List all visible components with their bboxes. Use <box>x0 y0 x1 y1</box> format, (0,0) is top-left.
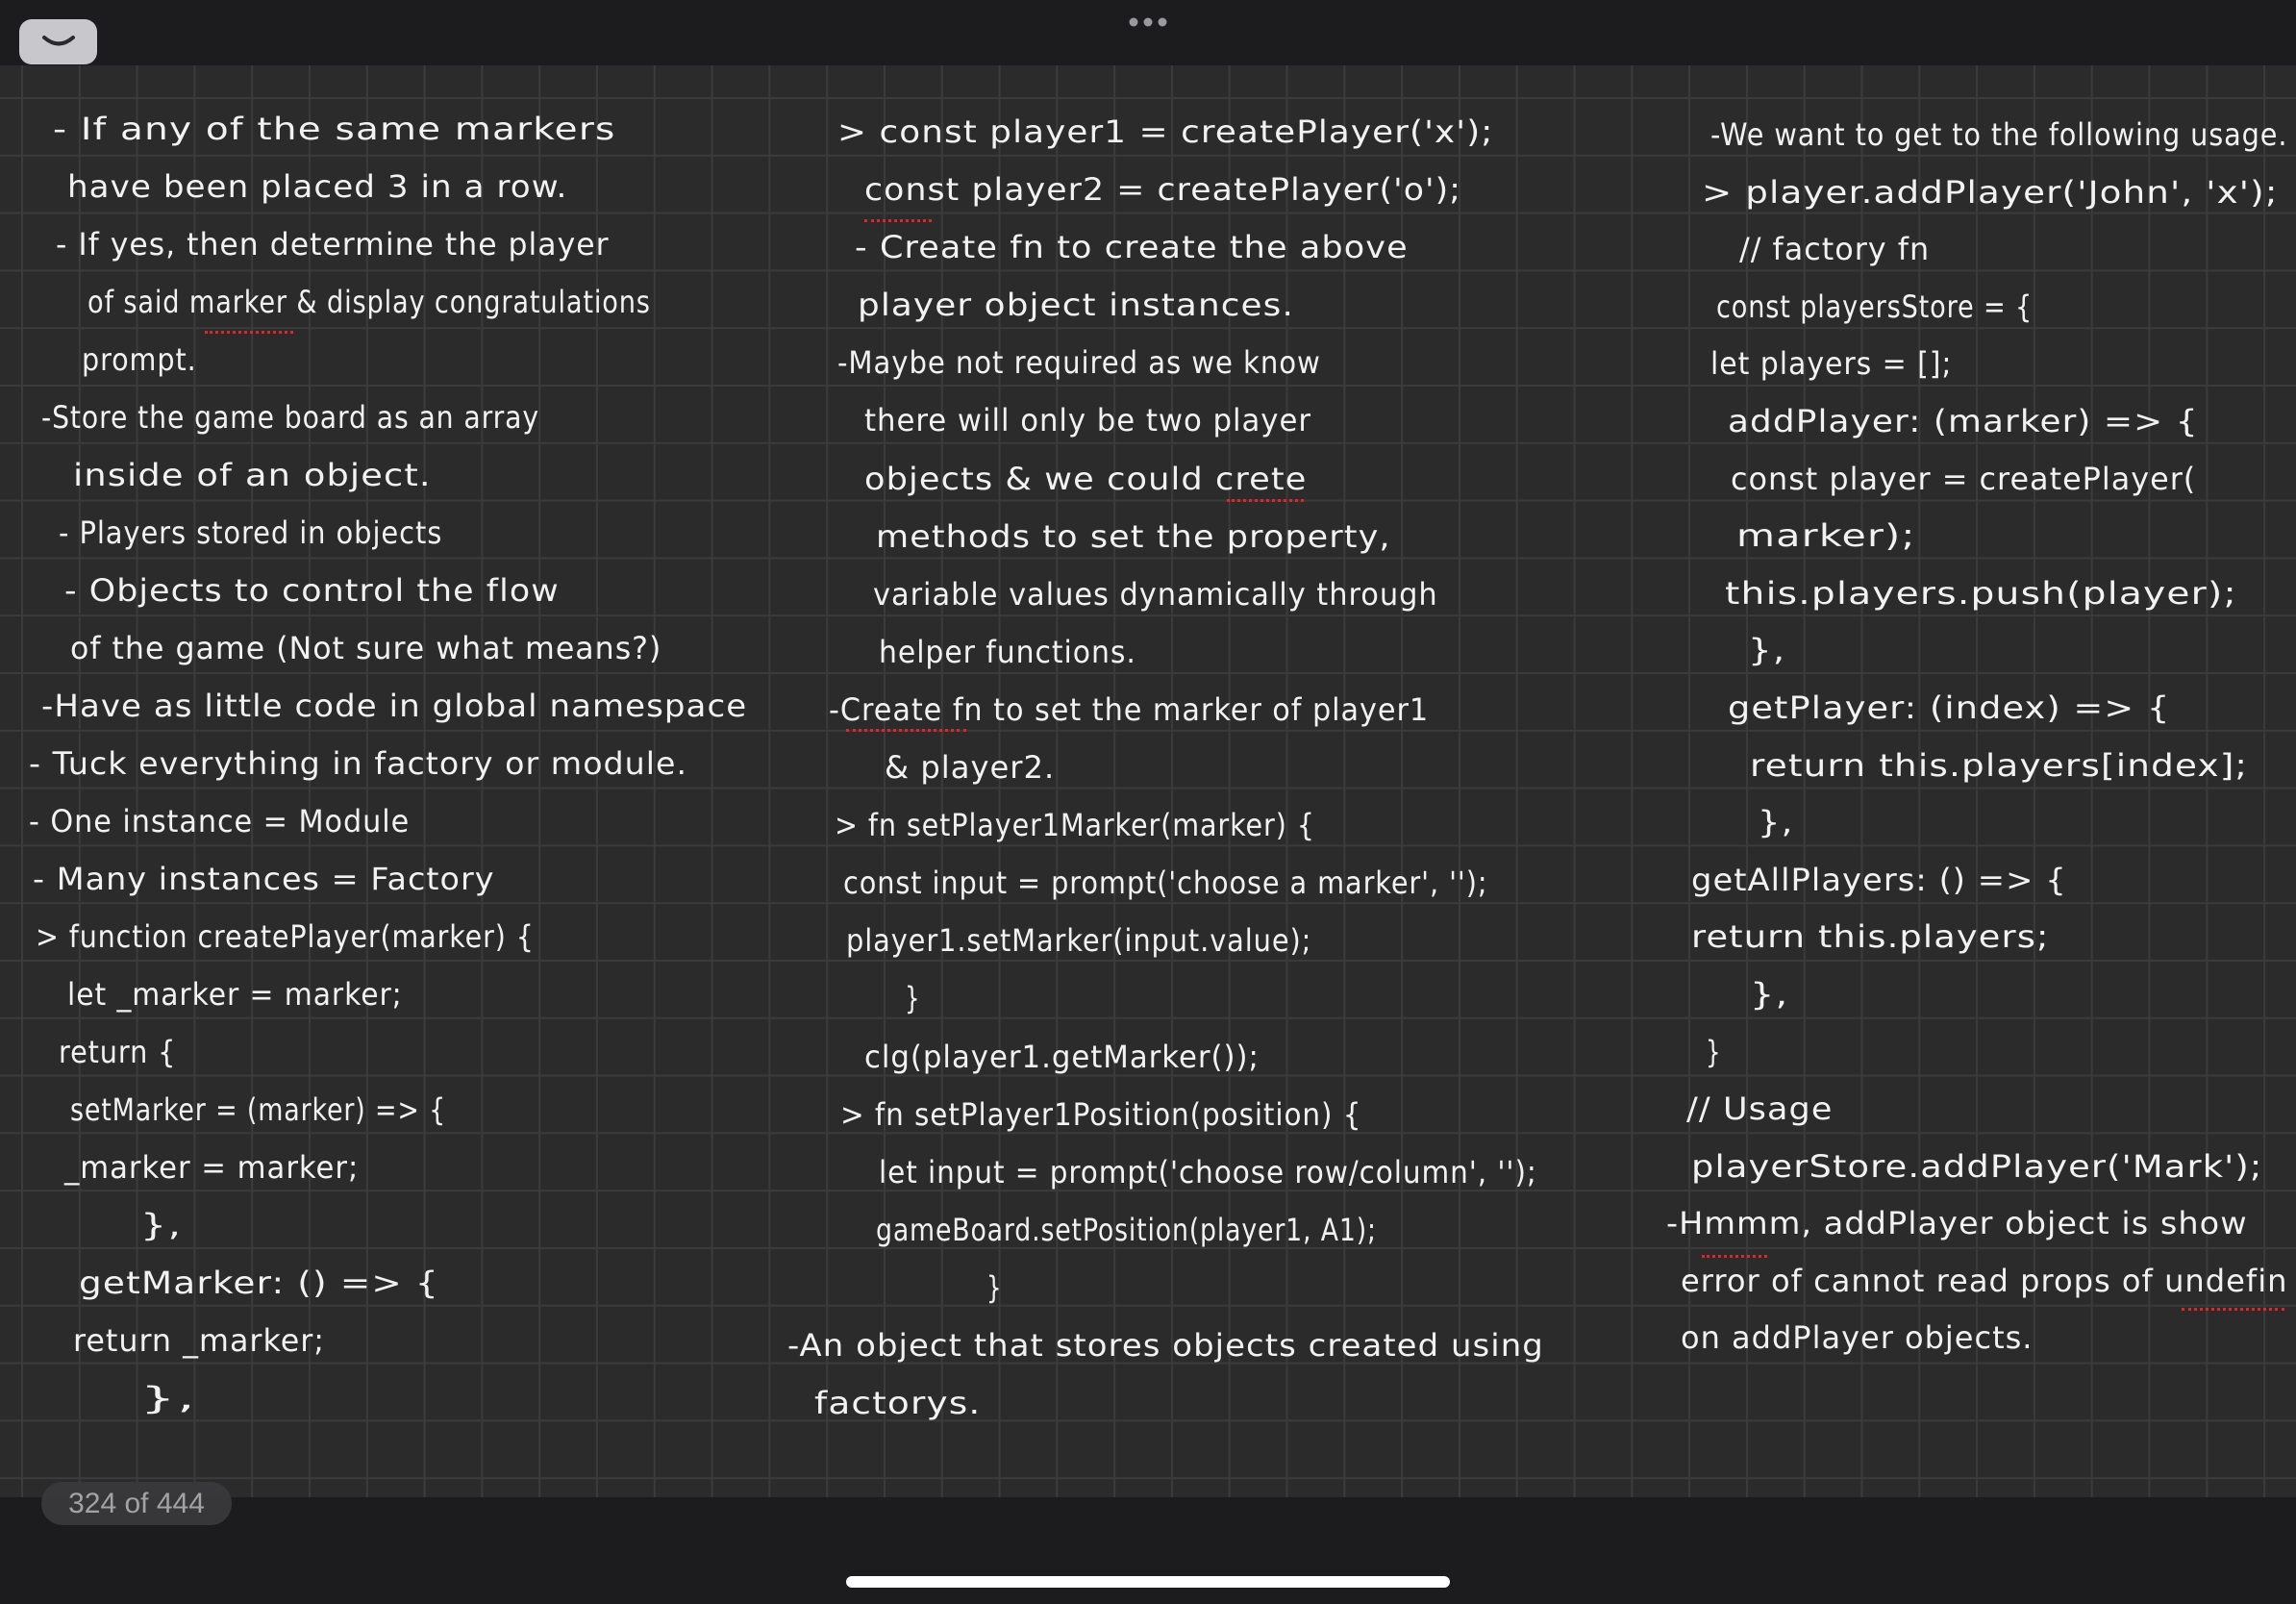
handwritten-line: -Hmmm, addPlayer object is show <box>1666 1194 2248 1252</box>
spellcheck-underline <box>205 331 293 334</box>
spellcheck-underline <box>2182 1308 2284 1311</box>
notes-app: - If any of the same markers have been p… <box>0 0 2296 1604</box>
handwritten-line: -We want to get to the following usage. <box>1710 106 2287 163</box>
chevron-down-icon <box>41 35 75 45</box>
handwritten-text: playerStore.addPlayer('Mark'); <box>1691 1147 2263 1185</box>
handwritten-text: }, <box>1748 632 1786 669</box>
handwritten-line: getPlayer: (index) => { <box>1728 679 2170 737</box>
notes-column-right: -We want to get to the following usage. … <box>0 106 2296 1366</box>
handwritten-text: } <box>1706 1033 1722 1070</box>
handwritten-text: this.players.push(player); <box>1725 574 2237 612</box>
handwritten-line: > player.addPlayer('John', 'x'); <box>1702 163 2278 221</box>
handwritten-text: getPlayer: (index) => { <box>1728 689 2171 726</box>
handwritten-text: return this.players[index]; <box>1750 746 2249 784</box>
handwritten-line: return this.players[index]; <box>1750 737 2248 794</box>
handwritten-text: }, <box>1750 975 1789 1013</box>
handwritten-text: }, <box>1758 804 1794 841</box>
handwritten-line: // factory fn <box>1739 220 1930 278</box>
handwritten-line: error of cannot read props of undefin <box>1681 1252 2287 1310</box>
handwritten-text: on addPlayer objects. <box>1681 1319 2034 1357</box>
handwritten-text: factorys. <box>814 1385 982 1422</box>
handwritten-line: const playersStore = { <box>1716 278 2033 336</box>
spellcheck-underline <box>1702 1255 1767 1258</box>
handwritten-text: error of cannot read props of undefin <box>1681 1262 2288 1299</box>
handwritten-text: const playersStore = { <box>1716 288 2034 325</box>
collapse-toolbar-button[interactable] <box>19 19 97 64</box>
handwritten-text: getAllPlayers: () => { <box>1691 861 2067 898</box>
handwritten-text: return this.players; <box>1691 918 2050 956</box>
handwritten-line: playerStore.addPlayer('Mark'); <box>1691 1138 2262 1195</box>
handwritten-line: } <box>1706 1023 1721 1081</box>
handwritten-text: let players = []; <box>1710 345 1953 383</box>
handwritten-line: addPlayer: (marker) => { <box>1728 392 2199 450</box>
handwritten-line: // Usage <box>1686 1080 1833 1138</box>
top-toolbar <box>0 0 2296 65</box>
handwritten-text: -Hmmm, addPlayer object is show <box>1666 1205 2248 1242</box>
handwritten-line: }, <box>1758 793 1794 851</box>
page-indicator[interactable]: 324 of 444 <box>41 1482 232 1525</box>
handwritten-line: marker); <box>1736 507 1915 564</box>
handwritten-line: const player = createPlayer( <box>1731 450 2196 508</box>
spellcheck-underline <box>1227 499 1304 502</box>
handwritten-text: -We want to get to the following usage. <box>1710 116 2288 153</box>
handwritten-line: factorys. <box>814 1374 982 1432</box>
handwritten-text: // factory fn <box>1739 231 1931 268</box>
handwritten-line: getAllPlayers: () => { <box>1691 851 2067 909</box>
home-indicator[interactable] <box>846 1576 1450 1588</box>
handwritten-text: // Usage <box>1686 1090 1834 1128</box>
spellcheck-underline <box>864 219 932 222</box>
note-page-canvas[interactable]: - If any of the same markers have been p… <box>0 65 2296 1497</box>
handwritten-text: > player.addPlayer('John', 'x'); <box>1702 173 2279 211</box>
handwritten-line: let players = []; <box>1710 335 1952 392</box>
handwritten-text: addPlayer: (marker) => { <box>1728 402 2199 439</box>
handwritten-line: return this.players; <box>1691 908 2050 965</box>
bottom-area <box>0 1497 2296 1604</box>
handwritten-text: const player = createPlayer( <box>1731 460 2197 497</box>
handwritten-line: }, <box>1748 621 1786 679</box>
handwritten-text: marker); <box>1736 517 1916 555</box>
handwritten-line: this.players.push(player); <box>1725 564 2237 622</box>
ellipsis-icon[interactable] <box>1127 15 1169 29</box>
handwritten-line: }, <box>1750 965 1789 1023</box>
spellcheck-underline <box>846 729 966 732</box>
handwritten-line: on addPlayer objects. <box>1681 1309 2033 1366</box>
